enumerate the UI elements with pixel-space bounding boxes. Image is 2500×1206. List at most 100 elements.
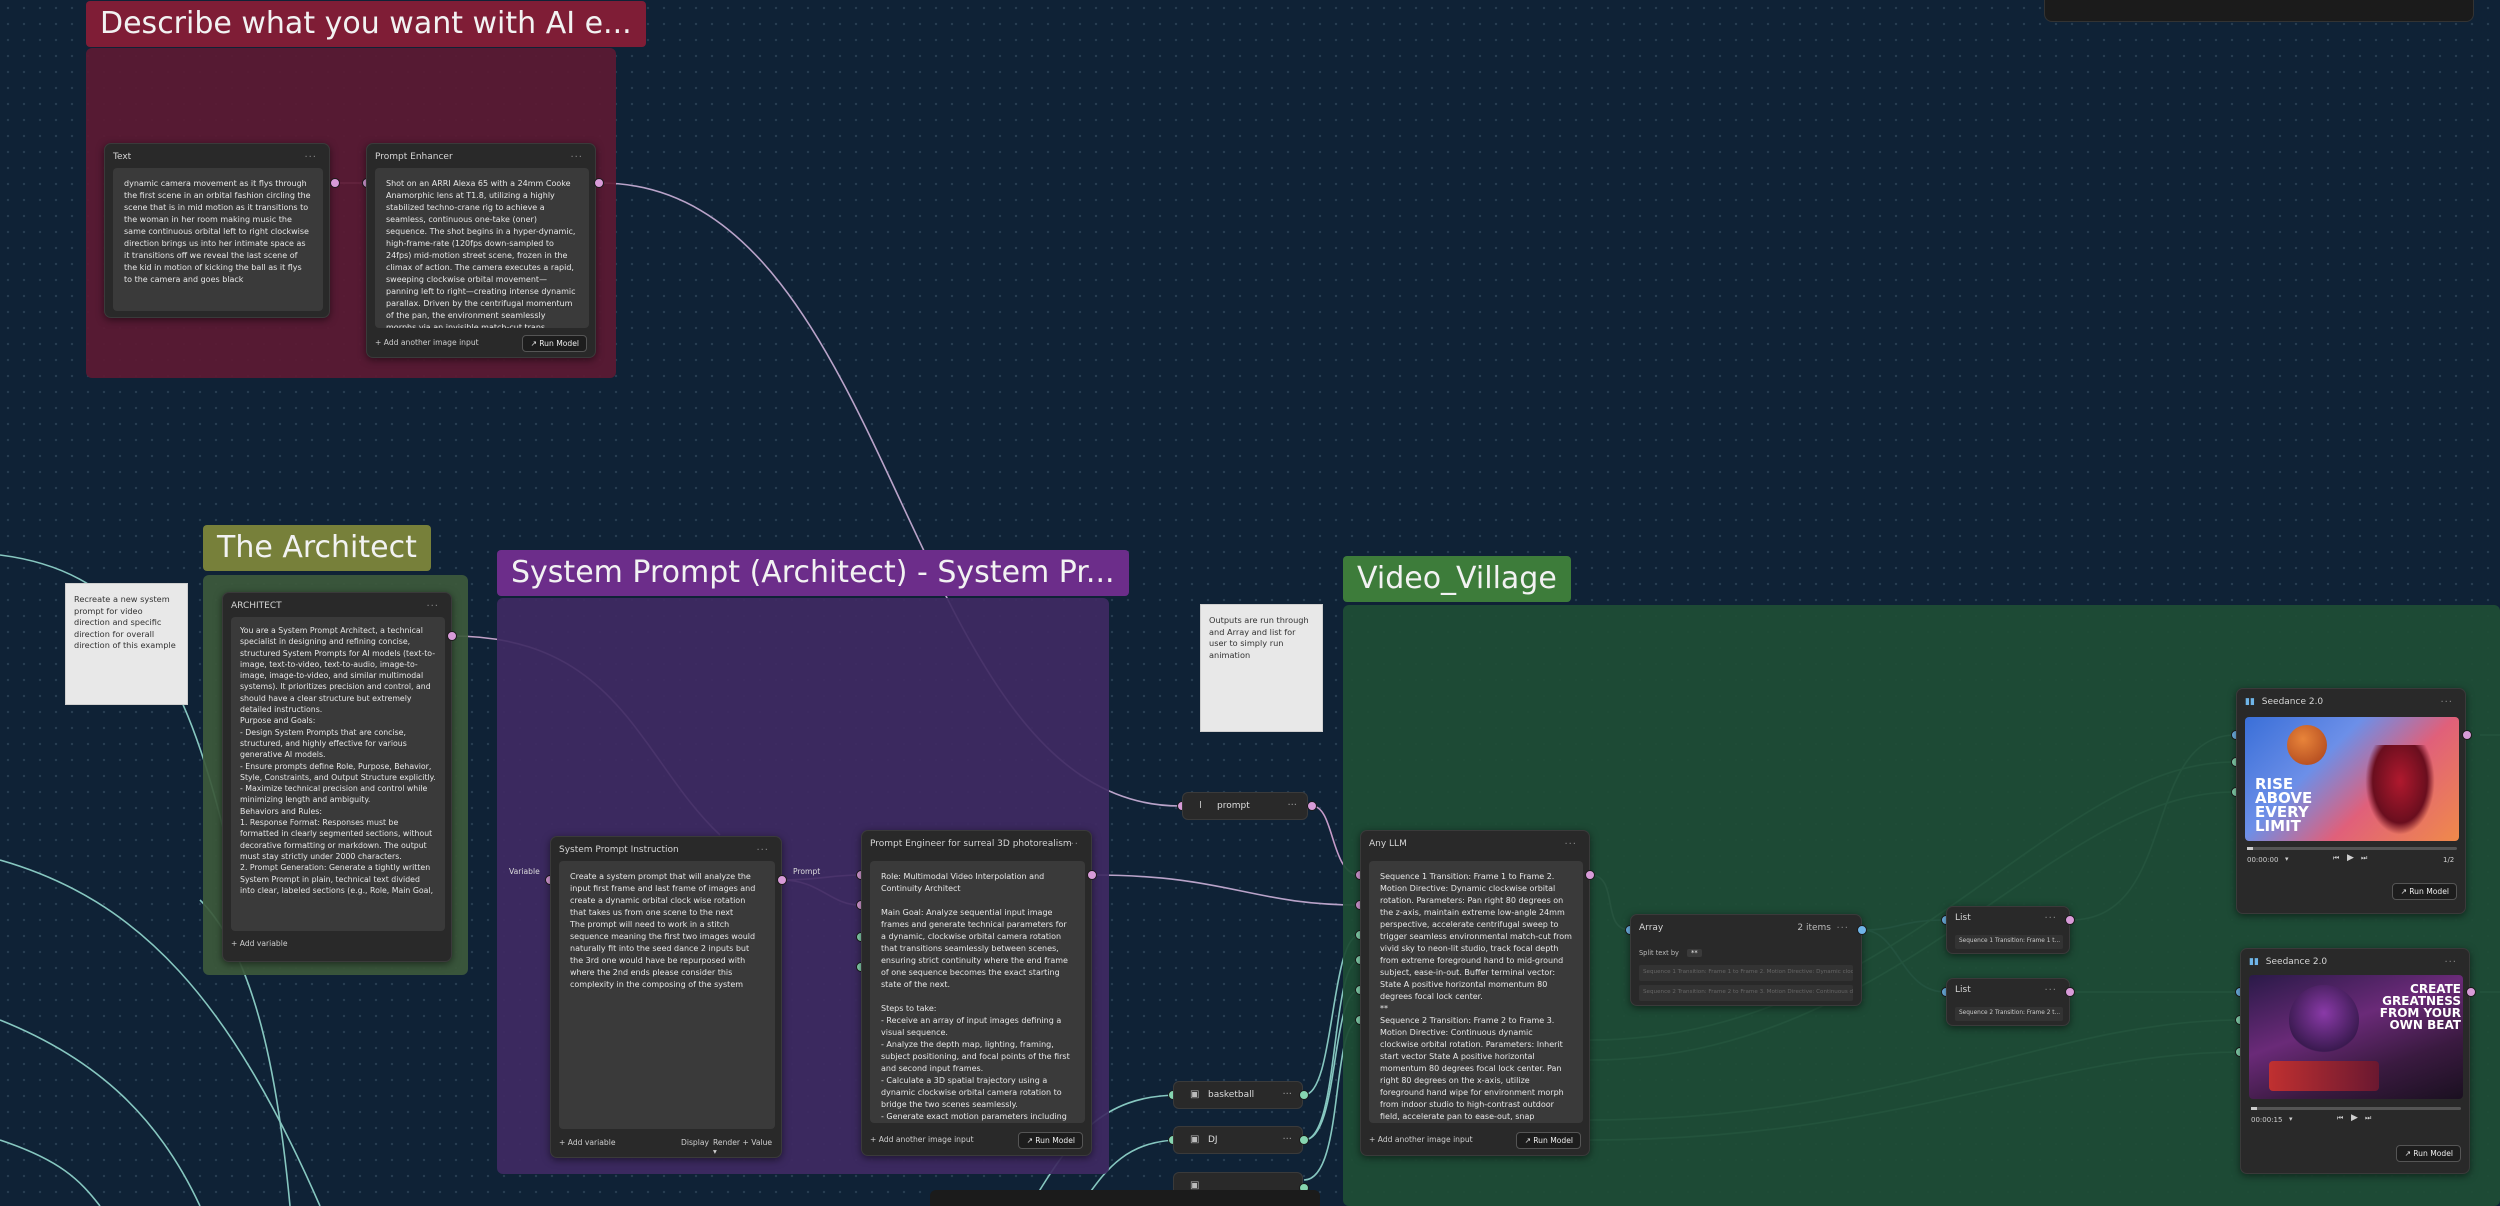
skip-back-icon[interactable]: ⏮: [2337, 1114, 2343, 1123]
add-image-input-link[interactable]: + Add another image input: [375, 338, 479, 347]
split-label: Split text by: [1639, 949, 1679, 957]
split-input[interactable]: **: [1687, 949, 1702, 957]
dropdown-icon[interactable]: ▾: [2289, 1115, 2293, 1123]
prompt-node-output-port[interactable]: [1307, 801, 1317, 811]
play-icon[interactable]: ▶: [2347, 853, 2354, 863]
run-model-button[interactable]: ↗ Run Model: [2392, 883, 2457, 900]
list1-output-port[interactable]: [2065, 915, 2075, 925]
prompt-engineer-header[interactable]: Prompt Engineer for surreal 3D photoreal…: [870, 839, 1083, 855]
list1-header[interactable]: List ···: [1955, 913, 2061, 929]
add-variable-link[interactable]: + Add variable: [231, 939, 288, 948]
more-options-icon[interactable]: ···: [1066, 839, 1079, 850]
more-options-icon[interactable]: ···: [1282, 1134, 1292, 1145]
array-node[interactable]: Array 2 items ··· Split text by ** Seque…: [1630, 914, 1862, 1006]
architect-prompt-text[interactable]: You are a System Prompt Architect, a tec…: [231, 617, 445, 931]
seedance1-video-preview[interactable]: RISE ABOVE EVERY LIMIT: [2245, 717, 2459, 841]
system-instruction-header[interactable]: System Prompt Instruction ···: [559, 845, 773, 861]
top-node-partial: [2044, 0, 2474, 22]
dj-output-port[interactable]: [1299, 1135, 1309, 1145]
architect-output-port[interactable]: [447, 631, 457, 641]
seedance2-header[interactable]: ▮▮ Seedance 2.0 ···: [2249, 957, 2461, 973]
add-variable-link[interactable]: + Add variable: [559, 1138, 616, 1147]
run-model-button[interactable]: ↗ Run Model: [2396, 1145, 2461, 1162]
list-node-1[interactable]: List ··· Sequence 1 Transition: Frame 1 …: [1946, 906, 2070, 954]
text-node[interactable]: Text ··· dynamic camera movement as it f…: [104, 143, 330, 318]
more-options-icon[interactable]: ···: [426, 601, 439, 612]
array-item-2[interactable]: Sequence 2 Transition: Frame 2 to Frame …: [1639, 985, 1853, 1001]
seedance2-title: Seedance 2.0: [2265, 957, 2328, 967]
basketball-output-port[interactable]: [1299, 1090, 1309, 1100]
array-header[interactable]: Array 2 items ···: [1639, 923, 1853, 939]
seedance1-output-port[interactable]: [2462, 730, 2472, 740]
prompt-engineer-output[interactable]: Role: Multimodal Video Interpolation and…: [870, 861, 1085, 1123]
any-llm-output[interactable]: Sequence 1 Transition: Frame 1 to Frame …: [1369, 861, 1583, 1123]
seedance2-video-preview[interactable]: CREATE GREATNESS FROM YOUR OWN BEAT: [2249, 975, 2463, 1099]
text-output-port[interactable]: [330, 178, 340, 188]
more-options-icon[interactable]: ···: [2044, 913, 2057, 924]
any-llm-node[interactable]: Any LLM ··· Sequence 1 Transition: Frame…: [1360, 830, 1590, 1156]
llm-output-port[interactable]: [1585, 870, 1595, 880]
list2-output-port[interactable]: [2065, 987, 2075, 997]
prompt-engineer-node[interactable]: Prompt Engineer for surreal 3D photoreal…: [861, 830, 1092, 1156]
architect-node[interactable]: ARCHITECT ··· You are a System Prompt Ar…: [222, 592, 452, 962]
seedance1-progress-track[interactable]: [2247, 847, 2457, 850]
seedance1-header[interactable]: ▮▮ Seedance 2.0 ···: [2245, 697, 2457, 713]
more-options-icon[interactable]: ···: [1287, 800, 1297, 811]
engineer-output-port[interactable]: [1087, 870, 1097, 880]
skip-forward-icon[interactable]: ⏭: [2361, 854, 2367, 863]
text-node-header[interactable]: Text ···: [113, 152, 321, 168]
seedance2-progress-track[interactable]: [2251, 1107, 2461, 1110]
seedance2-output-port[interactable]: [2466, 987, 2476, 997]
run-model-button[interactable]: ↗ Run Model: [522, 335, 587, 352]
more-options-icon[interactable]: ···: [1564, 839, 1577, 850]
group-system-prompt-title[interactable]: System Prompt (Architect) - System Pr...: [497, 550, 1129, 596]
dropdown-icon[interactable]: ▾: [2285, 855, 2289, 863]
prompt-enhancer-header[interactable]: Prompt Enhancer ···: [375, 152, 587, 168]
display-select[interactable]: Render + Value ▾: [713, 1138, 773, 1156]
more-options-icon[interactable]: ···: [2044, 985, 2057, 996]
prompt-text-node[interactable]: I prompt ···: [1182, 792, 1308, 820]
text-node-content[interactable]: dynamic camera movement as it flys throu…: [113, 168, 323, 311]
group-video-village-title[interactable]: Video_Village: [1343, 556, 1571, 602]
run-model-button[interactable]: ↗ Run Model: [1516, 1132, 1581, 1149]
play-icon[interactable]: ▶: [2351, 1113, 2358, 1123]
list2-header[interactable]: List ···: [1955, 985, 2061, 1001]
dj-image-node[interactable]: ▣ DJ ···: [1173, 1126, 1303, 1154]
dj-figure-graphic: [2289, 985, 2359, 1055]
array-output-port[interactable]: [1857, 925, 1867, 935]
system-instruction-title: System Prompt Instruction: [559, 845, 679, 855]
array-item-1[interactable]: Sequence 1 Transition: Frame 1 to Frame …: [1639, 965, 1853, 981]
more-options-icon[interactable]: ···: [2444, 957, 2457, 968]
prompt-enhancer-output[interactable]: Shot on an ARRI Alexa 65 with a 24mm Coo…: [375, 168, 589, 328]
run-model-button[interactable]: ↗ Run Model: [1018, 1132, 1083, 1149]
more-options-icon[interactable]: ···: [2440, 697, 2453, 708]
seedance-node-2[interactable]: ▮▮ Seedance 2.0 ··· CREATE GREATNESS FRO…: [2240, 948, 2470, 1174]
enhancer-output-port[interactable]: [594, 178, 604, 188]
list2-value[interactable]: Sequence 2 Transition: Frame 2 t...: [1955, 1007, 2063, 1021]
instruction-output-port[interactable]: [777, 875, 787, 885]
more-options-icon[interactable]: ···: [570, 152, 583, 163]
more-options-icon[interactable]: ···: [756, 845, 769, 856]
any-llm-title: Any LLM: [1369, 839, 1407, 849]
add-image-input-link[interactable]: + Add another image input: [870, 1135, 974, 1144]
group-architect-title[interactable]: The Architect: [203, 525, 431, 571]
more-options-icon[interactable]: ···: [1282, 1089, 1292, 1100]
add-image-input-link[interactable]: + Add another image input: [1369, 1135, 1473, 1144]
group-describe-title[interactable]: Describe what you want with AI e...: [86, 1, 646, 47]
any-llm-header[interactable]: Any LLM ···: [1369, 839, 1581, 855]
list1-value[interactable]: Sequence 1 Transition: Frame 1 t...: [1955, 935, 2063, 949]
skip-back-icon[interactable]: ⏮: [2333, 854, 2339, 863]
seedance-node-1[interactable]: ▮▮ Seedance 2.0 ··· RISE ABOVE EVERY LIM…: [2236, 688, 2466, 914]
sticky-note-architect[interactable]: Recreate a new system prompt for video d…: [65, 583, 188, 705]
system-instruction-text[interactable]: Create a system prompt that will analyze…: [559, 861, 775, 1129]
more-options-icon[interactable]: ···: [304, 152, 317, 163]
prompt-enhancer-node[interactable]: Prompt Enhancer ··· Shot on an ARRI Alex…: [366, 143, 596, 358]
basketball-image-node[interactable]: ▣ basketball ···: [1173, 1081, 1303, 1109]
architect-node-header[interactable]: ARCHITECT ···: [231, 601, 443, 617]
system-instruction-node[interactable]: System Prompt Instruction ··· Create a s…: [550, 836, 782, 1158]
more-options-icon[interactable]: ···: [1836, 923, 1849, 934]
skip-forward-icon[interactable]: ⏭: [2365, 1114, 2371, 1123]
list2-title: List: [1955, 985, 1971, 995]
sticky-note-village[interactable]: Outputs are run through and Array and li…: [1200, 604, 1323, 732]
list-node-2[interactable]: List ··· Sequence 2 Transition: Frame 2 …: [1946, 978, 2070, 1026]
